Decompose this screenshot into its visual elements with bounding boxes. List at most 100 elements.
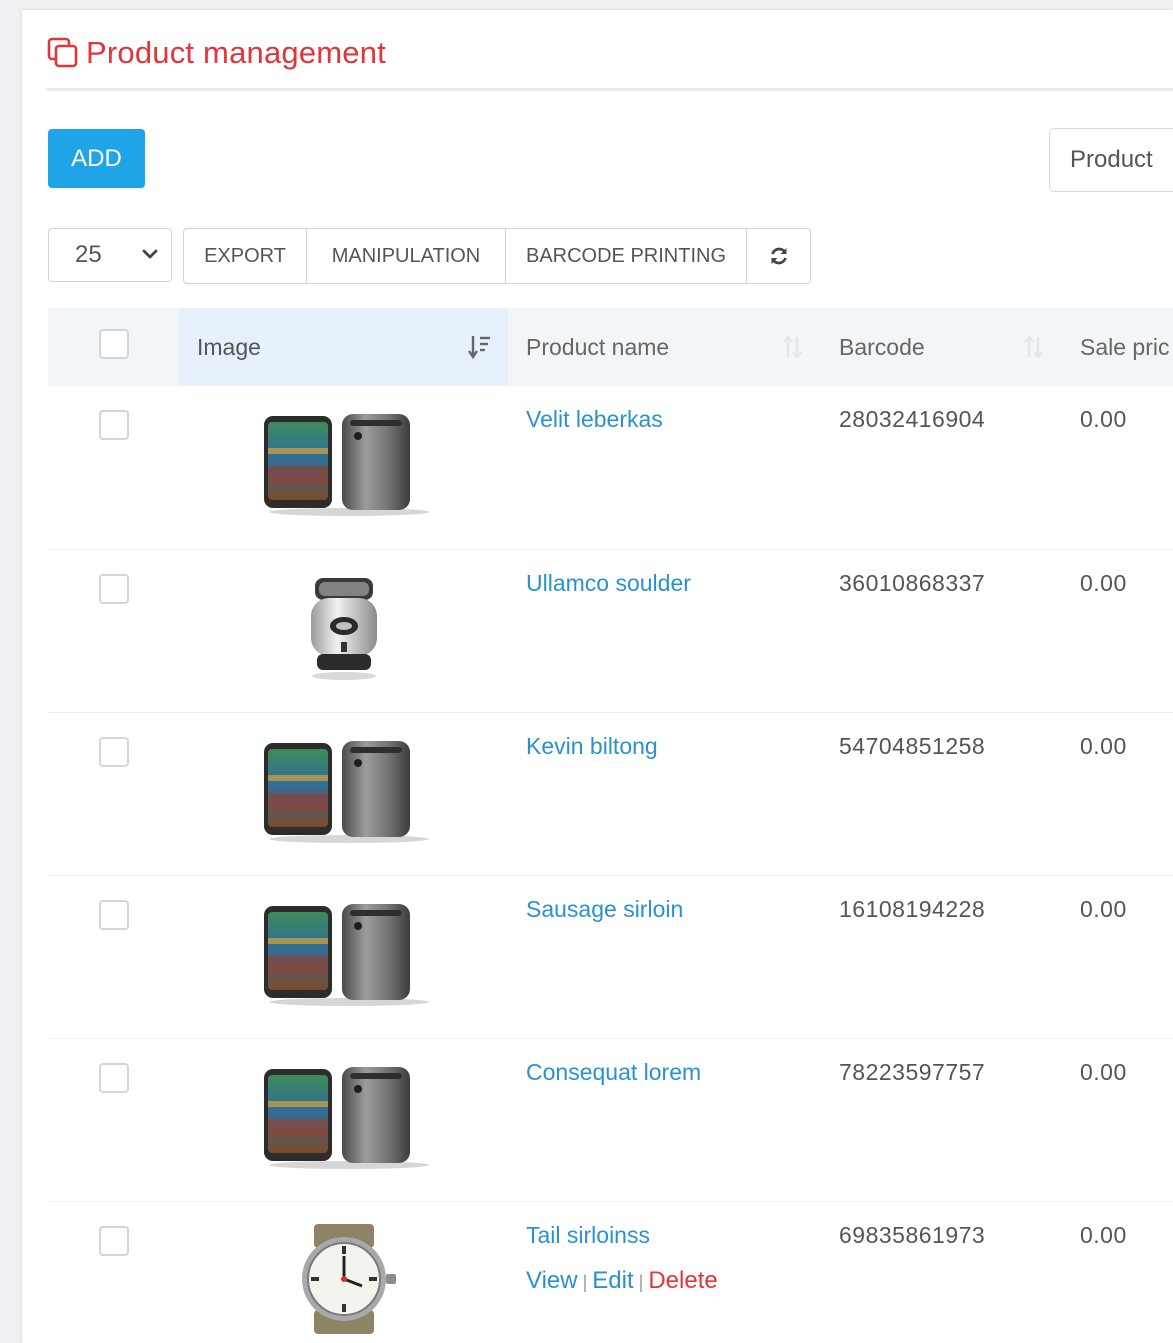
- barcode-value: 16108194228: [839, 895, 986, 922]
- barcode-cell: 16108194228: [821, 875, 1062, 1039]
- table-row: Ullamco soulder 36010868337 0.00: [48, 549, 1173, 713]
- sale-price-value: 0.00: [1080, 1221, 1127, 1248]
- row-checkbox[interactable]: [98, 573, 129, 604]
- table-row: Tail sirloinss View | Edit | Delete 69835861…: [48, 1201, 1173, 1343]
- header-divider: [46, 88, 1173, 91]
- select-all-cell: [48, 308, 179, 386]
- barcode-value: 28032416904: [839, 406, 986, 432]
- product-image-cell: [179, 712, 508, 876]
- row-checkbox[interactable]: [98, 1062, 129, 1093]
- table-row: Velit leberkas 28032416904 0.00: [48, 386, 1173, 550]
- product-image-cell: [179, 549, 508, 713]
- edit-link[interactable]: Edit: [592, 1267, 633, 1294]
- sort-both-icon: [1024, 335, 1043, 359]
- barcode-cell: 54704851258: [821, 712, 1062, 876]
- product-image-cell: [179, 1038, 508, 1202]
- sale-price-value: 0.00: [1080, 895, 1127, 922]
- barcode-value: 36010868337: [839, 569, 986, 596]
- product-name-link[interactable]: Velit leberkas: [526, 406, 663, 433]
- product-image-cell: [179, 1201, 508, 1343]
- sale-price-value: 0.00: [1080, 732, 1127, 759]
- row-checkbox[interactable]: [98, 736, 129, 767]
- column-header-image[interactable]: Image: [179, 308, 508, 386]
- table-row: Kevin biltong 54704851258 0.00: [48, 712, 1173, 876]
- view-link[interactable]: View: [526, 1267, 578, 1294]
- sale-price-cell: 0.00: [1062, 712, 1173, 876]
- action-separator: |: [582, 1271, 588, 1292]
- phone-pair-icon: [254, 1061, 434, 1171]
- barcode-value: 54704851258: [839, 732, 986, 759]
- row-select-cell: [48, 875, 179, 1039]
- product-name-link[interactable]: Tail sirloinss: [526, 1222, 650, 1249]
- column-header-sale-price[interactable]: Sale pric: [1062, 308, 1173, 386]
- column-header-product-name[interactable]: Product name: [508, 308, 821, 386]
- product-name-cell: Tail sirloinss View | Edit | Delete: [508, 1201, 821, 1343]
- table-header-row: Image Product name Barcode Sale pric: [48, 308, 1173, 386]
- page-size-value: 25: [75, 241, 102, 268]
- product-name-cell: Consequat lorem: [508, 1038, 821, 1202]
- manipulation-button[interactable]: MANIPULATION: [307, 229, 506, 283]
- add-button[interactable]: ADD: [48, 129, 145, 188]
- row-select-cell: [48, 549, 179, 713]
- column-label-sale-price: Sale pric: [1080, 333, 1170, 360]
- row-checkbox[interactable]: [98, 899, 129, 930]
- copy-icon: [47, 37, 78, 68]
- page-size-select[interactable]: 25: [48, 228, 172, 282]
- product-name-link[interactable]: Consequat lorem: [526, 1059, 701, 1086]
- sale-price-cell: 0.00: [1062, 549, 1173, 713]
- sale-price-cell: 0.00: [1062, 386, 1173, 550]
- row-checkbox[interactable]: [98, 410, 129, 440]
- column-label-product-name: Product name: [526, 333, 670, 360]
- select-all-checkbox[interactable]: [98, 329, 129, 359]
- barcode-printing-button[interactable]: BARCODE PRINTING: [506, 229, 747, 283]
- export-button[interactable]: EXPORT: [184, 229, 307, 283]
- product-name-cell: Kevin biltong: [508, 712, 821, 876]
- barcode-value: 78223597757: [839, 1058, 986, 1085]
- product-name-link[interactable]: Kevin biltong: [526, 733, 658, 760]
- product-name-cell: Velit leberkas: [508, 386, 821, 550]
- row-select-cell: [48, 1201, 179, 1343]
- table-action-group: EXPORT MANIPULATION BARCODE PRINTING: [183, 228, 811, 284]
- phone-pair-icon: [254, 408, 434, 518]
- sale-price-value: 0.00: [1080, 1058, 1127, 1085]
- product-image-cell: [179, 875, 508, 1039]
- product-name-link[interactable]: Ullamco soulder: [526, 570, 691, 597]
- product-name-cell: Ullamco soulder: [508, 549, 821, 713]
- row-select-cell: [48, 712, 179, 876]
- product-name-link[interactable]: Sausage sirloin: [526, 896, 683, 923]
- sale-price-value: 0.00: [1080, 406, 1127, 432]
- coffee-grinder-icon: [299, 572, 389, 682]
- row-select-cell: [48, 1038, 179, 1202]
- row-select-cell: [48, 386, 179, 550]
- chevron-down-icon: [142, 249, 158, 259]
- search-input[interactable]: Product: [1049, 128, 1173, 192]
- barcode-value: 69835861973: [839, 1221, 986, 1248]
- page-title: Product management: [86, 35, 386, 70]
- phone-pair-icon: [254, 735, 434, 845]
- table-row: Consequat lorem 78223597757 0.00: [48, 1038, 1173, 1202]
- delete-link[interactable]: Delete: [648, 1267, 717, 1294]
- barcode-cell: 69835861973: [821, 1201, 1062, 1343]
- sort-both-icon: [783, 335, 802, 359]
- column-label-image: Image: [197, 333, 261, 360]
- action-separator: |: [638, 1271, 644, 1292]
- phone-pair-icon: [254, 898, 434, 1008]
- refresh-icon: [770, 247, 787, 265]
- row-checkbox[interactable]: [98, 1225, 129, 1256]
- sale-price-cell: 0.00: [1062, 875, 1173, 1039]
- sale-price-value: 0.00: [1080, 569, 1127, 596]
- product-image-cell: [179, 386, 508, 550]
- table-row: Sausage sirloin 16108194228 0.00: [48, 875, 1173, 1039]
- column-header-barcode[interactable]: Barcode: [821, 308, 1062, 386]
- barcode-cell: 36010868337: [821, 549, 1062, 713]
- sale-price-cell: 0.00: [1062, 1201, 1173, 1343]
- column-label-barcode: Barcode: [839, 333, 925, 360]
- sale-price-cell: 0.00: [1062, 1038, 1173, 1202]
- product-table: Image Product name Barcode Sale pric Vel…: [48, 308, 1173, 1343]
- wristwatch-icon: [274, 1224, 414, 1334]
- refresh-button[interactable]: [747, 229, 810, 283]
- sort-desc-icon: [468, 336, 490, 360]
- row-actions: View | Edit | Delete: [526, 1267, 821, 1295]
- product-management-panel: Product management ADD Product 25 EXPORT…: [22, 10, 1173, 1343]
- barcode-cell: 78223597757: [821, 1038, 1062, 1202]
